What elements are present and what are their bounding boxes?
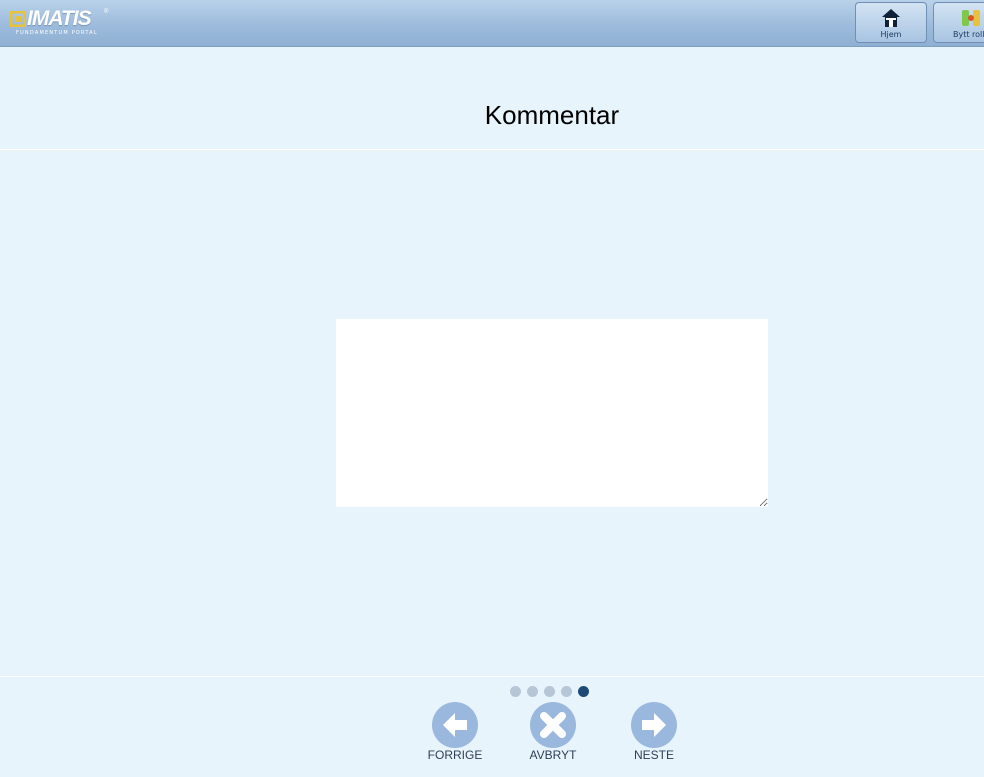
logo-registered-mark: ®: [104, 9, 109, 15]
close-icon: [540, 712, 566, 738]
previous-button[interactable]: FORRIGE: [425, 702, 485, 766]
cancel-label: AVBRYT: [529, 748, 577, 762]
imatis-logo: IMATIS ® FUNDAMENTUM PORTAL: [10, 7, 120, 39]
next-button[interactable]: NESTE: [624, 702, 684, 766]
logo-subtitle: FUNDAMENTUM PORTAL: [16, 30, 98, 36]
previous-circle: [432, 702, 478, 748]
arrow-right-icon: [642, 713, 666, 737]
step-dot: [544, 686, 555, 697]
logo-mark-icon: [10, 11, 26, 27]
header-divider: [0, 149, 984, 150]
step-dot-current: [578, 686, 589, 697]
home-button-label: Hjem: [880, 30, 902, 39]
next-label: NESTE: [633, 748, 674, 762]
top-bar: IMATIS ® FUNDAMENTUM PORTAL Hjem Bytt ro…: [0, 0, 984, 47]
cancel-button[interactable]: AVBRYT: [523, 702, 583, 766]
page-title: Kommentar: [484, 100, 620, 130]
switch-role-icon: [962, 10, 980, 26]
footer-divider: [0, 676, 984, 677]
switch-role-button[interactable]: Bytt roll: [933, 2, 984, 43]
home-button[interactable]: Hjem: [855, 2, 927, 43]
logo-text: IMATIS: [27, 7, 92, 30]
comment-textarea[interactable]: [336, 319, 768, 507]
cancel-circle: [530, 702, 576, 748]
home-icon: [882, 9, 900, 27]
arrow-left-icon: [443, 713, 467, 737]
previous-label: FORRIGE: [427, 748, 483, 762]
next-circle: [631, 702, 677, 748]
switch-role-button-label: Bytt roll: [953, 30, 984, 39]
step-dot: [510, 686, 521, 697]
step-dot: [527, 686, 538, 697]
step-dot: [561, 686, 572, 697]
